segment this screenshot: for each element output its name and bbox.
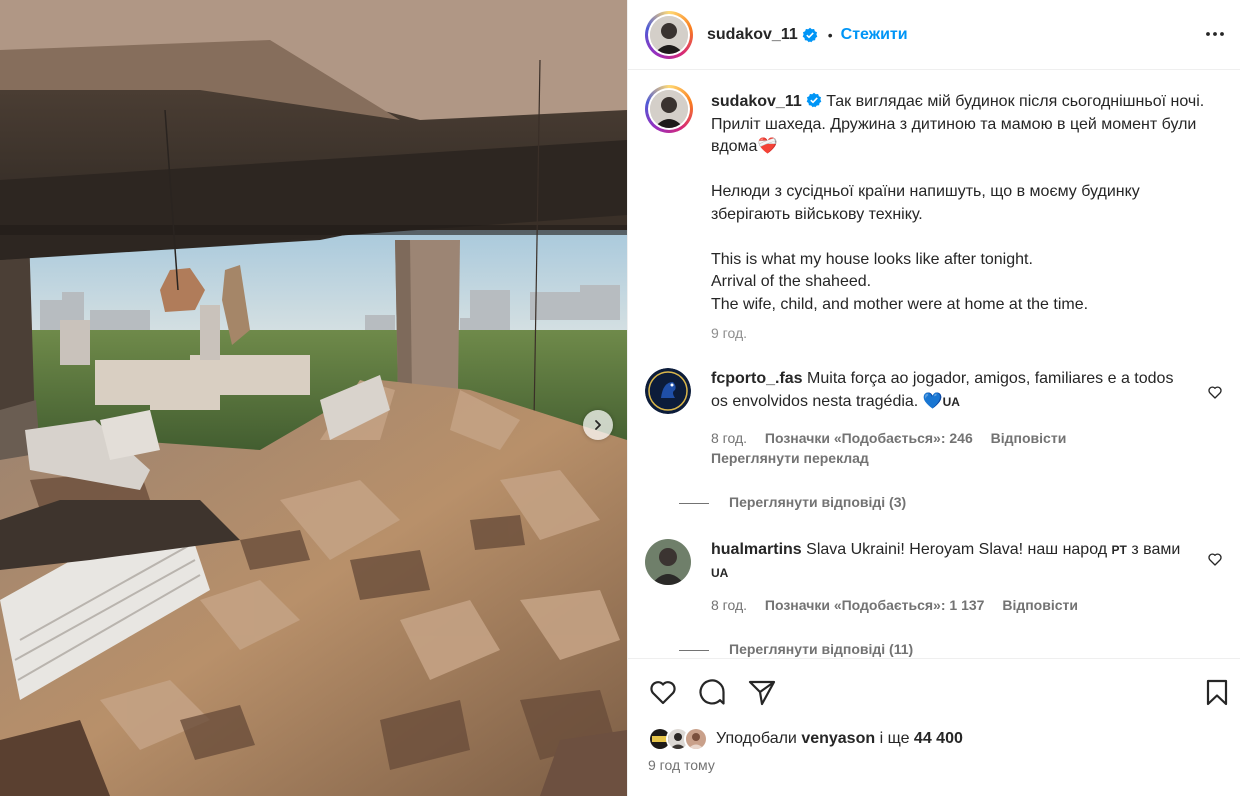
liker-avatar-image <box>686 729 706 749</box>
flag-ua: UA <box>942 394 960 409</box>
comment-reply-button[interactable]: Відповісти <box>1002 597 1078 613</box>
comment-like-heart-icon[interactable] <box>1207 384 1223 400</box>
comment-body-continued: з вами <box>1131 541 1181 558</box>
commenter-avatar[interactable] <box>645 368 691 414</box>
likes-summary[interactable]: Уподобали venyason і ще 44 400 <box>648 727 963 751</box>
flag-pt: PT <box>1111 543 1127 557</box>
liker-avatar <box>684 727 708 751</box>
commenter-avatar-image <box>645 368 691 414</box>
more-horizontal-icon[interactable] <box>1203 22 1227 46</box>
bookmark-icon[interactable] <box>1202 677 1232 707</box>
instagram-post-view: sudakov_11 • Стежити sudakov_11 Так вигл… <box>0 0 1240 796</box>
comment-meta: 8 год. Позначки «Подобається»: 246 Відпо… <box>711 430 1080 446</box>
view-replies-link[interactable]: Переглянути відповіді (3) <box>729 494 906 510</box>
comment-likes-count[interactable]: Позначки «Подобається»: 246 <box>765 430 973 446</box>
caption-english-line-3: The wife, child, and mother were at home… <box>711 295 1089 313</box>
likes-prefix: Уподобали <box>716 730 797 747</box>
likes-middle: і ще <box>879 730 910 747</box>
caption-paragraph-2: Нелюди з сусідньої країни напишуть, що в… <box>711 183 1140 223</box>
post-photo[interactable] <box>0 0 627 796</box>
comment-text: hualmartins Slava Ukraini! Heroyam Slava… <box>711 539 1181 584</box>
comment-meta: 8 год. Позначки «Подобається»: 1 137 Від… <box>711 597 1092 613</box>
commenter-avatar[interactable] <box>645 539 691 585</box>
header-separator: • <box>827 26 833 43</box>
likes-count[interactable]: 44 400 <box>914 730 963 747</box>
comment-body: Slava Ukraini! Heroyam Slava! наш народ <box>806 541 1108 558</box>
caption-username[interactable]: sudakov_11 <box>711 93 802 110</box>
author-username[interactable]: sudakov_11 <box>707 26 798 44</box>
broken-heart-emoji: ❤️‍🩹 <box>757 138 778 155</box>
liker-username[interactable]: venyason <box>801 730 875 747</box>
commenter-avatar-image <box>645 539 691 585</box>
see-translation-link[interactable]: Переглянути переклад <box>711 450 869 466</box>
commenter-username[interactable]: hualmartins <box>711 541 802 558</box>
heart-icon[interactable] <box>648 677 678 707</box>
view-replies-link[interactable]: Переглянути відповіді (11) <box>729 641 913 657</box>
next-photo-button[interactable] <box>583 410 613 440</box>
caption-text: sudakov_11 Так виглядає мій будинок післ… <box>711 91 1211 316</box>
post-details-panel: sudakov_11 • Стежити sudakov_11 Так вигл… <box>627 0 1240 796</box>
post-timestamp: 9 год тому <box>648 757 715 773</box>
verified-badge-icon <box>802 27 818 42</box>
post-header: sudakov_11 • Стежити <box>628 0 1240 70</box>
caption-avatar-image <box>650 90 688 128</box>
caption-english-line-2: Arrival of the shaheed. <box>711 273 872 290</box>
paper-plane-icon[interactable] <box>747 677 777 707</box>
comment-reply-button[interactable]: Відповісти <box>991 430 1067 446</box>
comment-text: fcporto_.fas Muita força ao jogador, ami… <box>711 368 1181 413</box>
blue-heart-emoji: 💙 <box>922 392 943 410</box>
comment-time: 8 год. <box>711 430 748 446</box>
commenter-username[interactable]: fcporto_.fas <box>711 370 803 387</box>
comments-scroll-area[interactable]: sudakov_11 Так виглядає мій будинок післ… <box>628 71 1240 658</box>
author-avatar-image <box>650 15 688 54</box>
follow-button[interactable]: Стежити <box>841 26 908 44</box>
post-actions: Уподобали venyason і ще 44 400 9 год том… <box>628 658 1240 796</box>
destroyed-apartment-photo <box>0 0 627 796</box>
flag-ua: UA <box>711 565 729 580</box>
caption-author-avatar[interactable] <box>645 85 693 133</box>
likes-text: Уподобали venyason і ще 44 400 <box>716 730 963 748</box>
comment-icon[interactable] <box>697 677 727 707</box>
caption-english-line-1: This is what my house looks like after t… <box>711 250 1033 268</box>
comment-time: 8 год. <box>711 597 748 613</box>
verified-badge-icon <box>806 92 822 108</box>
caption-time: 9 год. <box>711 325 748 341</box>
author-avatar[interactable] <box>645 10 693 59</box>
comment-like-heart-icon[interactable] <box>1207 551 1223 567</box>
comment-likes-count[interactable]: Позначки «Подобається»: 1 137 <box>765 597 985 613</box>
chevron-right-icon <box>595 420 601 430</box>
